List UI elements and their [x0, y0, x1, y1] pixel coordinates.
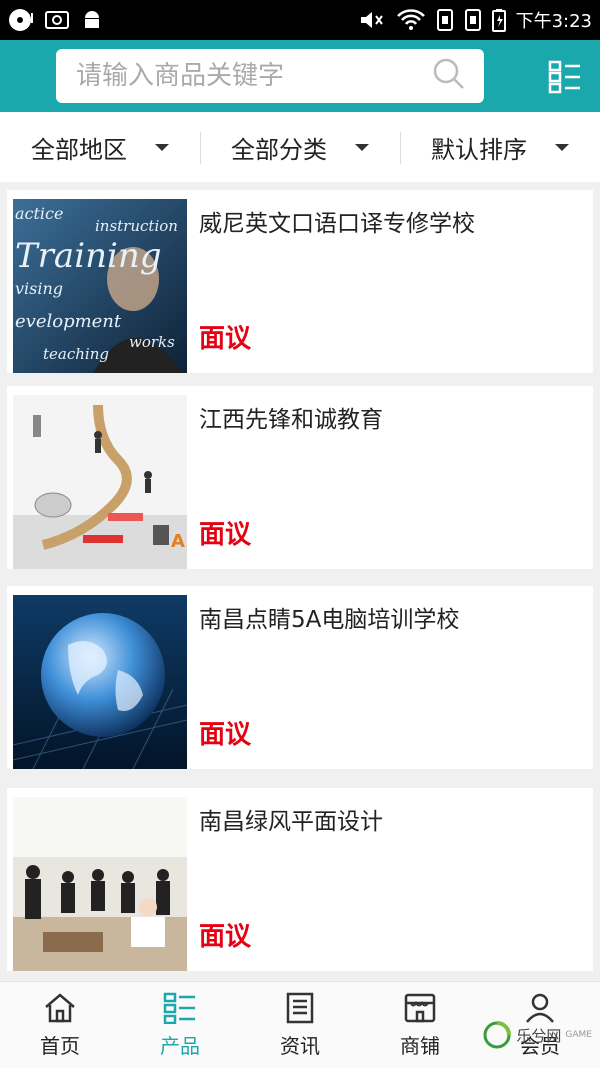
watermark-subtext: GAME — [565, 1030, 592, 1040]
product-title[interactable]: 威尼英文口语口译专修学校 — [199, 204, 475, 238]
svg-text:Training: Training — [15, 236, 162, 276]
filter-bar: 全部地区 全部分类 默认排序 — [0, 112, 600, 182]
product-card[interactable]: A 江西先锋和诚教育 面议 — [7, 386, 593, 569]
battery-icon — [491, 8, 506, 32]
product-card[interactable]: 南昌绿风平面设计 面议 — [7, 788, 593, 971]
product-image-office[interactable] — [13, 797, 187, 971]
user-icon — [526, 993, 554, 1023]
header-bar — [0, 40, 600, 112]
category-menu-button[interactable] — [548, 60, 582, 94]
product-title[interactable]: 江西先锋和诚教育 — [199, 400, 383, 434]
watermark: 乐兮网 GAME — [482, 1020, 592, 1050]
nav-products[interactable]: 产品 — [120, 982, 240, 1068]
nav-news-label: 资讯 — [280, 1033, 320, 1058]
product-price: 面议 — [199, 922, 252, 952]
caret-down-icon — [555, 143, 569, 151]
filter-sort-label: 默认排序 — [431, 135, 527, 164]
filter-sort[interactable]: 默认排序 — [400, 112, 600, 182]
product-image-training[interactable]: actice Training vising evelopment teachi… — [13, 199, 187, 373]
nav-products-label: 产品 — [160, 1033, 200, 1058]
svg-text:teaching: teaching — [43, 345, 109, 363]
svg-text:vising: vising — [15, 279, 63, 298]
product-card[interactable]: 南昌点睛5A电脑培训学校 面议 — [7, 586, 593, 769]
filter-region-label: 全部地区 — [31, 135, 127, 164]
shop-icon — [404, 993, 436, 1022]
search-box[interactable] — [56, 49, 484, 103]
nav-shop-label: 商铺 — [400, 1033, 440, 1058]
search-input[interactable] — [74, 60, 418, 92]
svg-text:instruction: instruction — [95, 217, 178, 235]
nav-shop[interactable]: 商铺 — [360, 982, 480, 1068]
search-icon[interactable] — [432, 57, 466, 95]
svg-text:evelopment: evelopment — [15, 311, 122, 332]
product-image-staircase[interactable]: A — [13, 395, 187, 569]
filter-category-label: 全部分类 — [231, 135, 327, 164]
caret-down-icon — [355, 143, 369, 151]
disc-icon — [8, 7, 34, 33]
filter-category[interactable]: 全部分类 — [200, 112, 400, 182]
sim1-icon — [436, 8, 454, 32]
filter-region[interactable]: 全部地区 — [0, 112, 200, 182]
product-price: 面议 — [199, 520, 252, 550]
svg-text:A: A — [171, 531, 185, 552]
status-time: 下午3:23 — [515, 11, 592, 32]
product-card[interactable]: actice Training vising evelopment teachi… — [7, 190, 593, 373]
product-title[interactable]: 南昌点睛5A电脑培训学校 — [199, 600, 459, 634]
product-price: 面议 — [199, 324, 252, 354]
watermark-logo-icon — [483, 1021, 512, 1049]
status-bar: 下午3:23 — [0, 0, 600, 40]
watermark-text: 乐兮网 — [516, 1026, 562, 1045]
product-list-icon — [163, 992, 195, 1024]
nav-news[interactable]: 资讯 — [240, 982, 360, 1068]
product-title[interactable]: 南昌绿风平面设计 — [199, 802, 383, 836]
svg-text:works: works — [129, 333, 175, 351]
sim2-icon — [464, 8, 482, 32]
android-icon — [80, 8, 104, 32]
nav-home[interactable]: 首页 — [0, 982, 120, 1068]
caret-down-icon — [155, 143, 169, 151]
product-image-globe[interactable] — [13, 595, 187, 769]
wifi-icon — [396, 9, 426, 31]
screenshot-icon — [44, 8, 70, 32]
product-price: 面议 — [199, 720, 252, 750]
svg-text:actice: actice — [15, 204, 63, 223]
home-icon — [45, 992, 75, 1022]
nav-home-label: 首页 — [40, 1033, 80, 1058]
list-menu-icon — [548, 60, 580, 94]
news-icon — [286, 992, 314, 1023]
mute-icon — [358, 9, 386, 31]
